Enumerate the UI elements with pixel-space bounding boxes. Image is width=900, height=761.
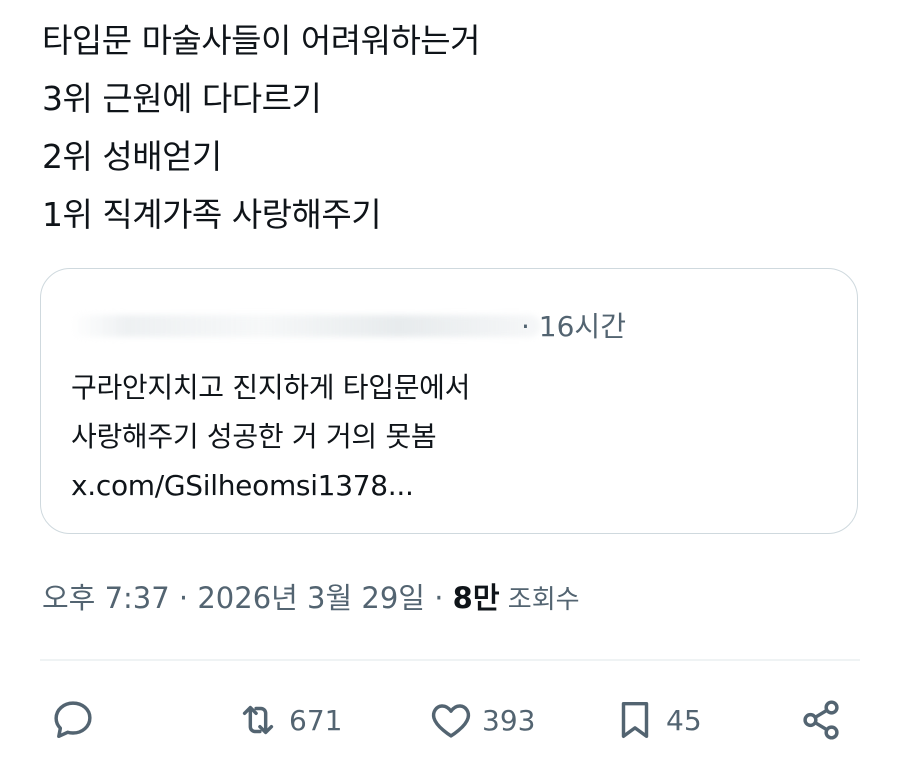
quoted-tweet-header: · 16시간 [71,307,831,347]
repost-button[interactable]: 671 [235,690,342,750]
reply-button[interactable] [50,690,96,750]
views-count[interactable]: 8만 [453,581,500,615]
tweet-line: 3위 근원에 다다르기 [42,79,322,118]
quoted-tweet-text: 구라안지치고 진지하게 타입문에서 사랑해주기 성공한 거 거의 못봄 x.co… [71,363,831,510]
share-icon [803,700,839,740]
action-bar: 671 393 45 [40,690,860,750]
tweet-date[interactable]: 2026년 3월 29일 [197,581,425,615]
quoted-tweet-line: 사랑해주기 성공한 거 거의 못봄 [71,420,437,453]
tweet-line: 타입문 마술사들이 어려워하는거 [42,21,481,60]
meta-separator: · [169,581,198,615]
like-button[interactable]: 393 [428,690,535,750]
tweet-line: 1위 직계가족 사랑해주기 [42,195,382,234]
heart-icon [431,704,471,738]
share-button[interactable] [798,690,844,750]
tweet-text: 타입문 마술사들이 어려워하는거 3위 근원에 다다르기 2위 성배얻기 1위 … [42,12,862,244]
divider [40,659,860,661]
reply-icon [54,701,92,739]
like-count: 393 [482,703,536,737]
bookmark-icon [621,701,649,739]
quoted-tweet-line: 구라안지치고 진지하게 타입문에서 [71,371,471,404]
quoted-tweet-card[interactable]: · 16시간 구라안지치고 진지하게 타입문에서 사랑해주기 성공한 거 거의 … [40,268,858,534]
meta-separator: · [425,581,453,615]
quoted-tweet-timestamp: · 16시간 [521,310,626,343]
repost-icon [242,705,274,735]
bookmark-count: 45 [666,703,702,737]
quoted-author-redacted [71,315,541,337]
tweet-meta: 오후 7:37 · 2026년 3월 29일 · 8만 조회수 [42,578,580,620]
tweet-time[interactable]: 오후 7:37 [42,581,170,615]
repost-count: 671 [289,703,343,737]
bookmark-button[interactable]: 45 [612,690,702,750]
tweet-line: 2위 성배얻기 [42,137,222,176]
views-label: 조회수 [499,585,580,615]
quoted-tweet-link[interactable]: x.com/GSilheomsi1378... [71,461,831,510]
